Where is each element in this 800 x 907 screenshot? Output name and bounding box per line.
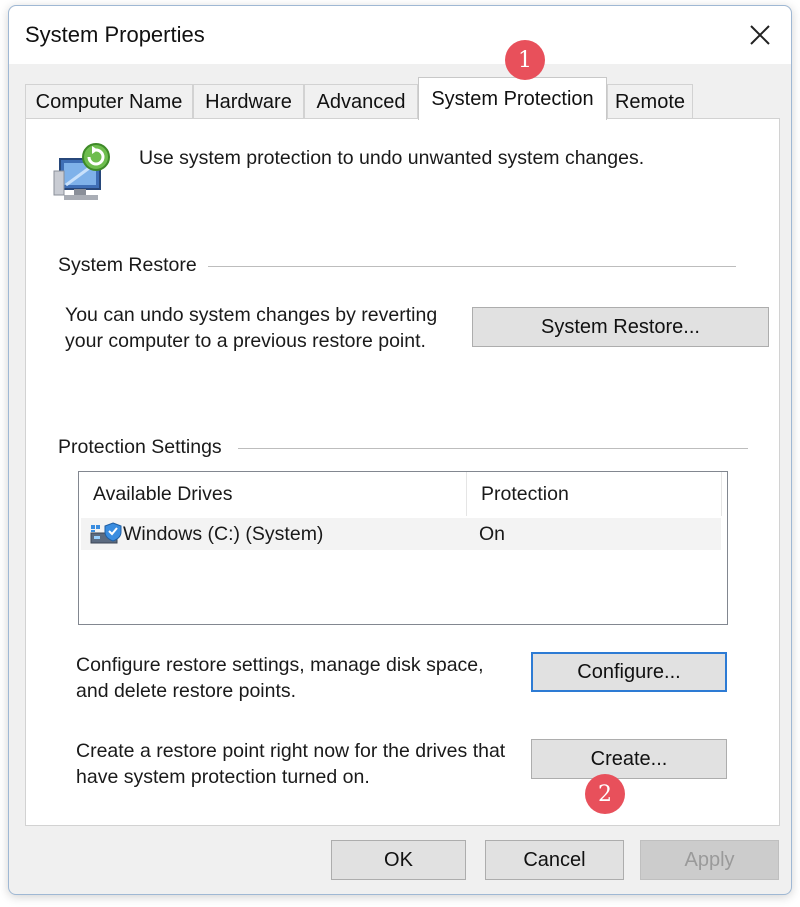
create-desc-line1: Create a restore point right now for the…	[76, 740, 506, 762]
intro-text: Use system protection to undo unwanted s…	[139, 147, 645, 169]
callout-badge-2: 2	[585, 774, 625, 814]
configure-desc-line1: Configure restore settings, manage disk …	[76, 654, 484, 676]
protection-settings-divider	[238, 448, 748, 449]
tab-label: System Protection	[431, 87, 594, 110]
column-header-available-drives[interactable]: Available Drives	[79, 472, 467, 516]
available-drives-list[interactable]: Available Drives Protection Windows (C:)…	[78, 471, 728, 625]
configure-desc-line2: and delete restore points.	[76, 680, 297, 702]
protection-settings-group-label: Protection Settings	[58, 436, 222, 458]
list-item[interactable]: Windows (C:) (System) On	[81, 518, 721, 550]
configure-button[interactable]: Configure...	[531, 652, 727, 692]
window-title: System Properties	[25, 22, 205, 47]
tab-remote[interactable]: Remote	[607, 84, 693, 120]
cancel-button[interactable]: Cancel	[485, 840, 624, 880]
column-header-protection[interactable]: Protection	[467, 472, 721, 516]
create-desc-line2: have system protection turned on.	[76, 766, 370, 788]
callout-badge-1: 1	[505, 40, 545, 80]
list-header: Available Drives Protection	[79, 472, 727, 516]
tab-advanced[interactable]: Advanced	[304, 84, 418, 120]
system-restore-group-label: System Restore	[58, 254, 197, 276]
title-bar: System Properties	[9, 6, 791, 64]
tab-computer-name[interactable]: Computer Name	[25, 84, 193, 120]
tab-system-protection[interactable]: System Protection	[418, 77, 607, 120]
tab-label: Hardware	[205, 91, 292, 113]
close-button[interactable]	[737, 14, 783, 56]
column-separator	[721, 472, 722, 516]
system-protection-panel: Use system protection to undo unwanted s…	[25, 118, 780, 826]
drive-shield-icon	[90, 522, 122, 544]
system-restore-desc-line2: your computer to a previous restore poin…	[65, 330, 426, 352]
system-restore-divider	[208, 266, 736, 267]
system-properties-window: System Properties Computer Name Hardware…	[8, 5, 792, 895]
drive-protection-status: On	[479, 522, 506, 545]
tab-label: Remote	[614, 91, 686, 113]
apply-button[interactable]: Apply	[640, 840, 779, 880]
ok-button[interactable]: OK	[331, 840, 466, 880]
monitor-restore-icon	[53, 143, 110, 200]
tab-label: Advanced	[316, 91, 406, 113]
tab-hardware[interactable]: Hardware	[193, 84, 304, 120]
drive-name: Windows (C:) (System)	[123, 522, 324, 545]
tab-label: Computer Name	[35, 91, 183, 113]
system-restore-button[interactable]: System Restore...	[472, 307, 769, 347]
create-button[interactable]: Create...	[531, 739, 727, 779]
close-icon	[750, 25, 770, 45]
system-restore-desc-line1: You can undo system changes by reverting	[65, 304, 438, 326]
